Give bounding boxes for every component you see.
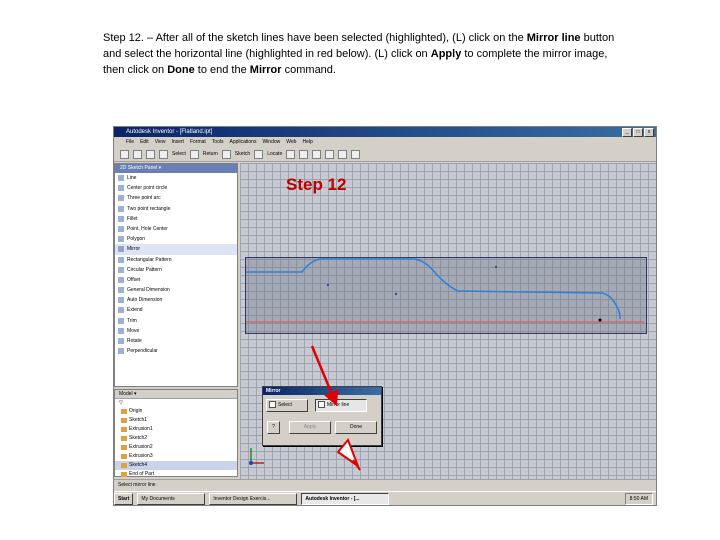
arrow-to-mirror-line	[310, 345, 339, 407]
annotation-arrows	[310, 345, 361, 471]
